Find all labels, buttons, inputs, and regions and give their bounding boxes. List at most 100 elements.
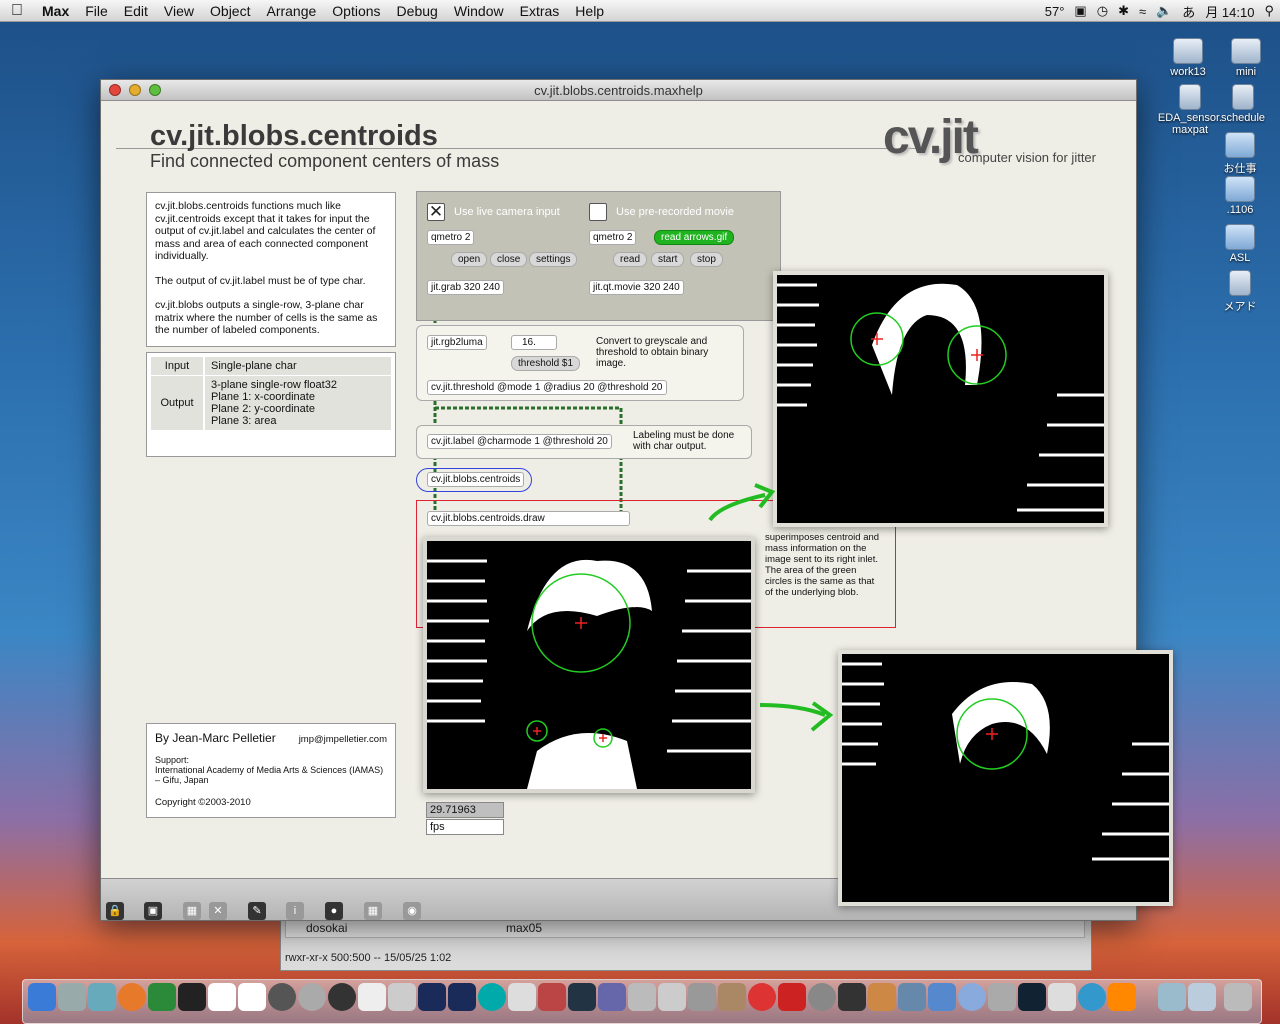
app-icon[interactable] xyxy=(508,983,536,1011)
desktop-icon-1106[interactable]: .1106 xyxy=(1205,176,1275,216)
snap-icon[interactable]: ◉ xyxy=(403,902,421,920)
terminal-icon[interactable] xyxy=(178,983,206,1011)
rgb2luma-object[interactable]: jit.rgb2luma xyxy=(427,335,487,350)
vnc2-icon[interactable] xyxy=(238,983,266,1011)
blobs-centroids-object[interactable]: cv.jit.blobs.centroids xyxy=(427,472,525,487)
menu-app[interactable]: Max xyxy=(34,3,77,19)
close-message[interactable]: close xyxy=(490,252,528,267)
fps-number-box[interactable]: 29.71963 xyxy=(426,802,504,818)
arduino-icon[interactable] xyxy=(478,983,506,1011)
app-icon[interactable] xyxy=(928,983,956,1011)
qmetro-left[interactable]: qmetro 2 xyxy=(427,230,475,245)
menu-edit[interactable]: Edit xyxy=(116,3,156,19)
folder-icon[interactable] xyxy=(1158,983,1186,1011)
menu-file[interactable]: File xyxy=(77,3,116,19)
movie-checkbox[interactable] xyxy=(589,203,607,221)
open-message[interactable]: open xyxy=(451,252,488,267)
app-icon[interactable] xyxy=(838,983,866,1011)
menu-extras[interactable]: Extras xyxy=(512,3,568,19)
vlc-icon[interactable] xyxy=(1108,983,1136,1011)
desktop-icon-oshigoto[interactable]: お仕事 xyxy=(1205,132,1275,176)
desktop-icon-meado[interactable]: メアド xyxy=(1205,270,1275,314)
app-icon[interactable] xyxy=(1048,983,1076,1011)
app-icon[interactable] xyxy=(868,983,896,1011)
app-icon[interactable] xyxy=(898,983,926,1011)
presentation-icon[interactable]: ▣ xyxy=(144,902,162,920)
app-icon[interactable] xyxy=(988,983,1016,1011)
grid-icon[interactable]: ▦ xyxy=(364,902,382,920)
menu-window[interactable]: Window xyxy=(446,3,512,19)
read-arrows-message[interactable]: read arrows.gif xyxy=(654,230,735,245)
finder-column-dosokai[interactable]: dosokai xyxy=(286,921,486,937)
finder-icon[interactable] xyxy=(28,983,56,1011)
threshold-message[interactable]: threshold $1 xyxy=(511,356,581,371)
blobs-centroids-draw-object[interactable]: cv.jit.blobs.centroids.draw xyxy=(427,511,630,526)
input-method-icon[interactable]: あ xyxy=(1182,2,1195,21)
desktop-icon-schedule[interactable]: schedule xyxy=(1208,84,1278,124)
pd-icon[interactable] xyxy=(358,983,386,1011)
app-icon[interactable] xyxy=(718,983,746,1011)
debug-icon[interactable]: ✎ xyxy=(248,902,266,920)
read-message[interactable]: read xyxy=(613,252,648,267)
pd-icon[interactable] xyxy=(418,983,446,1011)
menu-arrange[interactable]: Arrange xyxy=(258,3,324,19)
app-icon[interactable] xyxy=(628,983,656,1011)
threshold-object[interactable]: cv.jit.threshold @mode 1 @radius 20 @thr… xyxy=(427,380,667,395)
app-icon[interactable] xyxy=(538,983,566,1011)
pd-icon[interactable] xyxy=(448,983,476,1011)
menu-object[interactable]: Object xyxy=(202,3,258,19)
app-icon[interactable] xyxy=(688,983,716,1011)
app-icon[interactable] xyxy=(388,983,416,1011)
flash-icon[interactable] xyxy=(778,983,806,1011)
preferences-icon[interactable] xyxy=(58,983,86,1011)
app-icon[interactable] xyxy=(148,983,176,1011)
jit-qt-movie-object[interactable]: jit.qt.movie 320 240 xyxy=(589,280,684,295)
trash-icon[interactable] xyxy=(1224,983,1252,1011)
menu-help[interactable]: Help xyxy=(567,3,612,19)
info-icon[interactable]: i xyxy=(286,902,304,920)
app-icon[interactable] xyxy=(1078,983,1106,1011)
app-icon[interactable] xyxy=(808,983,836,1011)
settings-message[interactable]: settings xyxy=(529,252,578,267)
app-icon[interactable] xyxy=(598,983,626,1011)
stop-message[interactable]: stop xyxy=(690,252,723,267)
menu-options[interactable]: Options xyxy=(324,3,388,19)
menu-view[interactable]: View xyxy=(156,3,202,19)
app-icon[interactable] xyxy=(268,983,296,1011)
monitor-icon[interactable] xyxy=(568,983,596,1011)
app-icon[interactable] xyxy=(1018,983,1046,1011)
menu-debug[interactable]: Debug xyxy=(389,3,446,19)
bluetooth-icon[interactable]: ✱ xyxy=(1118,3,1129,19)
lock-icon[interactable]: 🔒 xyxy=(106,902,124,920)
qmetro-right[interactable]: qmetro 2 xyxy=(589,230,637,245)
desktop-icon-mini[interactable]: mini xyxy=(1211,38,1280,78)
label-object[interactable]: cv.jit.label @charmode 1 @threshold 20 xyxy=(427,434,612,449)
folder-icon[interactable] xyxy=(1188,983,1216,1011)
display-icon[interactable]: ▣ xyxy=(1074,3,1086,19)
itunes-icon[interactable] xyxy=(748,983,776,1011)
temperature-readout[interactable]: 57° xyxy=(1045,4,1065,19)
threshold-number-box[interactable]: 16. xyxy=(511,335,557,350)
system-icon[interactable] xyxy=(88,983,116,1011)
camera-checkbox[interactable]: ✕ xyxy=(427,203,445,221)
app-icon[interactable] xyxy=(298,983,326,1011)
time-machine-icon[interactable]: ◷ xyxy=(1097,3,1108,19)
spotlight-icon[interactable]: ⚲ xyxy=(1264,3,1274,19)
jit-window-bottom[interactable] xyxy=(838,650,1173,906)
volume-icon[interactable]: 🔈 xyxy=(1156,3,1172,19)
jit-grab-object[interactable]: jit.grab 320 240 xyxy=(427,280,504,295)
inspector-icon[interactable]: ● xyxy=(325,902,343,920)
app-icon[interactable] xyxy=(658,983,686,1011)
app-icon[interactable] xyxy=(958,983,986,1011)
new-object-icon[interactable]: ▦ xyxy=(183,902,201,920)
firefox-icon[interactable] xyxy=(118,983,146,1011)
desktop-icon-asl[interactable]: ASL xyxy=(1205,224,1275,264)
finder-column-max05[interactable]: max05 xyxy=(486,921,686,937)
wifi-icon[interactable]: ≈ xyxy=(1139,4,1146,19)
delete-icon[interactable]: ✕ xyxy=(209,902,227,920)
clock[interactable]: 月 14:10 xyxy=(1205,2,1254,21)
max5-icon[interactable] xyxy=(328,983,356,1011)
start-message[interactable]: start xyxy=(651,252,685,267)
apple-menu-icon[interactable]:  xyxy=(0,2,34,20)
vnc-icon[interactable] xyxy=(208,983,236,1011)
